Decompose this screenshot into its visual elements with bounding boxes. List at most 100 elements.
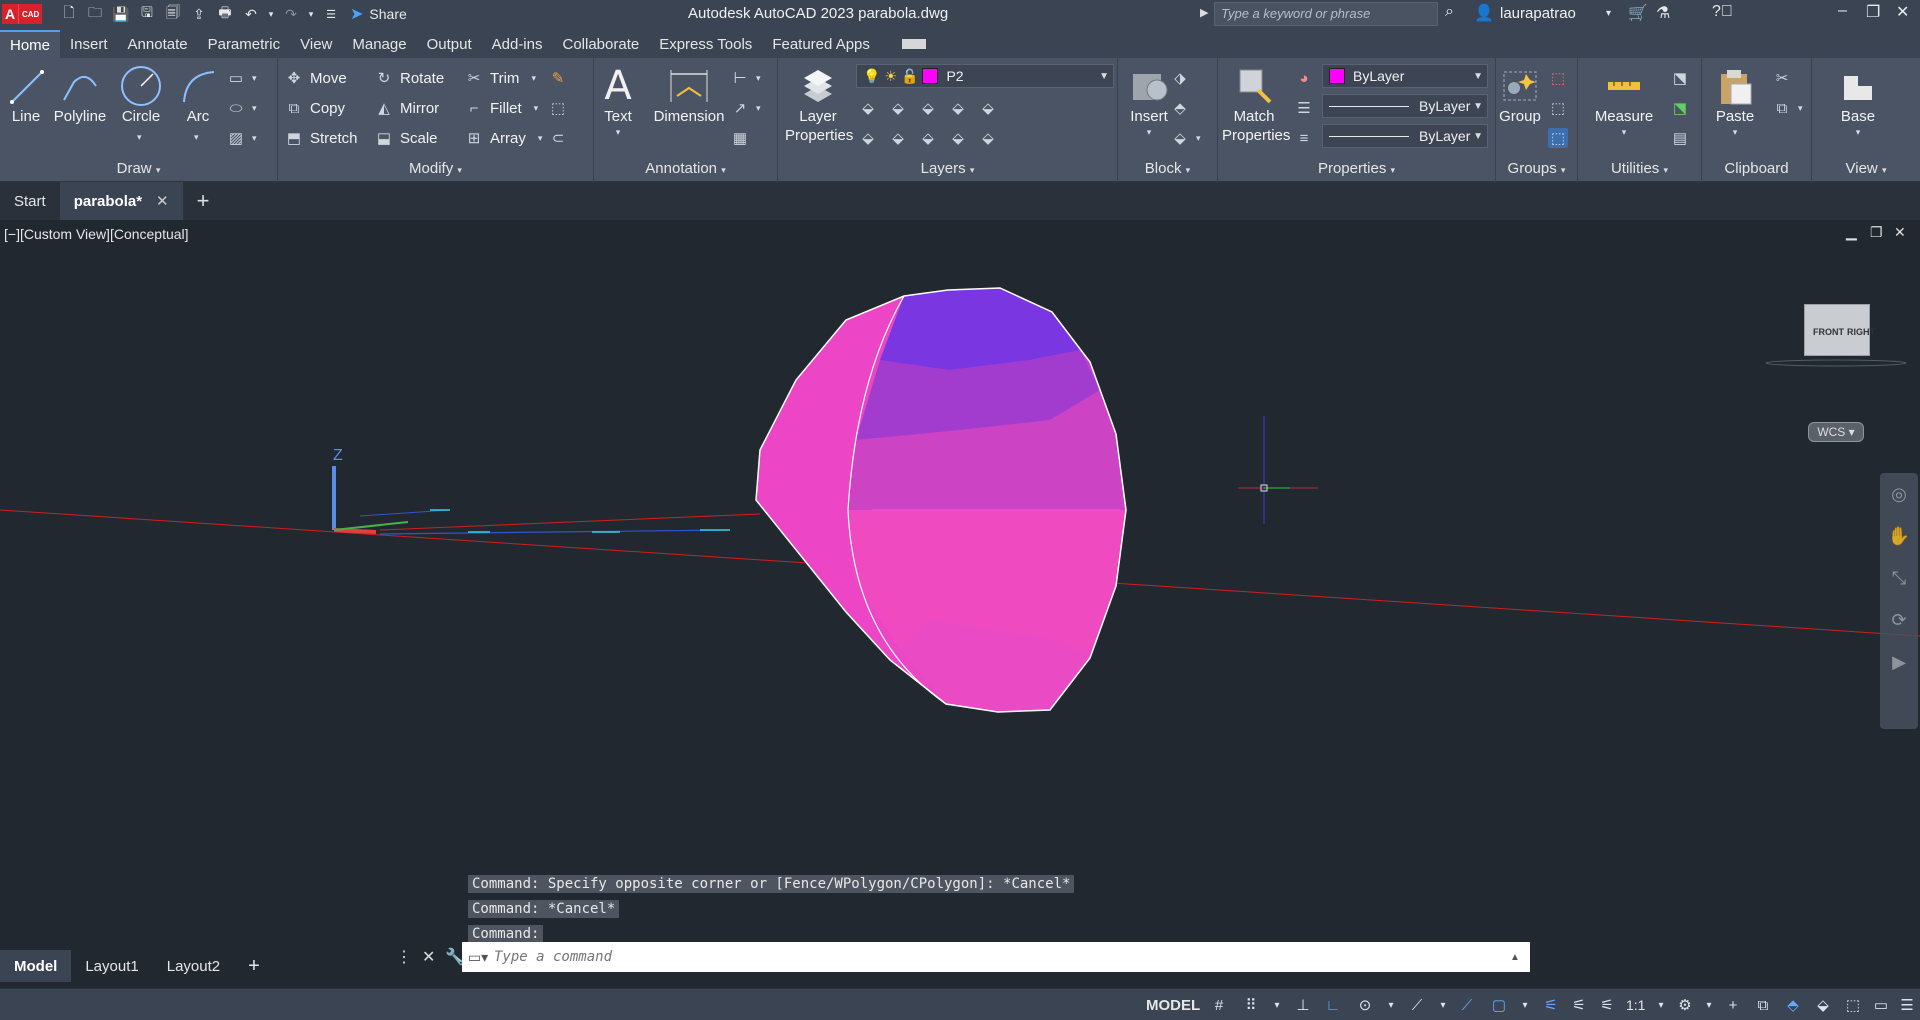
lineweight-dropdown[interactable]: ByLayer ▼ — [1322, 94, 1488, 118]
line-button[interactable]: Line — [4, 64, 48, 127]
tab-manage[interactable]: Manage — [342, 30, 416, 58]
plot-icon[interactable]: 🖶 — [214, 3, 236, 25]
new-file-icon[interactable]: 🗋 — [58, 3, 80, 25]
layer-lock-button[interactable]: ⬙ — [948, 96, 968, 120]
calculator-button[interactable]: ▤ — [1670, 126, 1690, 150]
lineweight-icon-button[interactable]: ☰ — [1294, 96, 1314, 120]
auto-scale-icon[interactable]: ⚟ — [1568, 995, 1590, 1015]
pan-hand-icon[interactable]: ✋ — [1880, 515, 1918, 557]
tab-annotate[interactable]: Annotate — [118, 30, 198, 58]
hatch-button[interactable]: ▨ ▾ — [226, 126, 257, 150]
close-tab-icon[interactable]: ✕ — [156, 192, 169, 210]
block-panel-title[interactable]: Block ▾ — [1118, 160, 1217, 180]
new-tab-icon[interactable]: + — [183, 188, 224, 214]
customization-menu-icon[interactable]: ☰ — [1896, 995, 1918, 1015]
wcs-menu[interactable]: WCS ▾ — [1808, 422, 1864, 442]
showmotion-icon[interactable]: ▶ — [1880, 641, 1918, 683]
insert-block-button[interactable]: Insert ▾ — [1124, 64, 1174, 138]
command-history-toggle-icon[interactable]: ▲ — [1510, 952, 1530, 963]
annotation-panel-title[interactable]: Annotation ▾ — [594, 160, 777, 180]
dimension-button[interactable]: Dimension — [652, 64, 726, 127]
scale-button[interactable]: ⬓ Scale — [374, 126, 438, 150]
match-properties-button[interactable]: Match Properties — [1222, 64, 1290, 146]
viewcube[interactable]: FRONT RIGHT — [1800, 304, 1875, 360]
snap-icon[interactable]: ⠿ — [1240, 995, 1262, 1015]
layout-tab-layout2[interactable]: Layout2 — [153, 950, 234, 982]
layer-unisolate-button[interactable]: ⬙ — [888, 126, 908, 150]
customize-qat-icon[interactable]: ☰ — [320, 3, 342, 25]
layer-match-button[interactable]: ⬙ — [978, 96, 998, 120]
erase-button[interactable]: ✎ — [548, 66, 568, 90]
group-button[interactable]: Group — [1498, 64, 1542, 127]
annotation-scale-icon[interactable]: ⚟ — [1596, 995, 1618, 1015]
open-web-icon[interactable]: 🗐 — [162, 3, 184, 25]
quick-select-button[interactable]: ⬔ — [1670, 96, 1690, 120]
fillet-button[interactable]: ⌐ Fillet ▾ — [464, 96, 539, 120]
object-snap-tracking-icon[interactable]: ⟋ — [1456, 995, 1478, 1015]
tab-collaborate[interactable]: Collaborate — [552, 30, 649, 58]
linetype-dropdown[interactable]: ByLayer ▼ — [1322, 124, 1488, 148]
copy-clip-button[interactable]: ⧉ ▾ — [1772, 96, 1803, 120]
edit-attributes-button[interactable]: ⬙ ▾ — [1170, 126, 1200, 150]
user-dropdown-icon[interactable]: ▾ — [1606, 8, 1611, 19]
linetype-icon-button[interactable]: ≡ — [1294, 126, 1314, 150]
tab-output[interactable]: Output — [417, 30, 482, 58]
ungroup-button[interactable]: ⬚ — [1548, 66, 1568, 90]
ellipse-button[interactable]: ⬭ ▾ — [226, 96, 257, 120]
help-icon[interactable]: ?⃝ — [1712, 3, 1733, 21]
leader-button[interactable]: ↗ ▾ — [730, 96, 761, 120]
object-snap-dropdown-icon[interactable]: ▾ — [1514, 995, 1536, 1015]
color-wheel-button[interactable]: ◕ — [1294, 66, 1314, 90]
polar-dropdown-icon[interactable]: ▾ — [1380, 995, 1402, 1015]
tab-home[interactable]: Home — [0, 30, 61, 58]
quick-properties-icon[interactable]: ⬘ — [1782, 995, 1804, 1015]
circle-button[interactable]: Circle — [116, 64, 166, 127]
object-snap-icon[interactable]: ▢ — [1488, 995, 1510, 1015]
expand-search-icon[interactable]: ▶ — [1200, 6, 1208, 19]
array-button[interactable]: ⊞ Array ▾ — [464, 126, 543, 150]
command-prompt-icon[interactable]: ▭▾ — [462, 949, 494, 966]
annotation-monitor-icon[interactable]: + — [1722, 995, 1744, 1015]
model-space-toggle[interactable]: MODEL — [1146, 995, 1200, 1015]
workspace-gear-icon[interactable]: ⚙ — [1674, 995, 1696, 1015]
zoom-extents-icon[interactable]: ⤡ — [1880, 557, 1918, 599]
search-input[interactable]: Type a keyword or phrase — [1214, 2, 1438, 26]
user-name[interactable]: laurapatrao — [1500, 5, 1576, 22]
app-menu-button[interactable]: A CAD — [2, 2, 52, 26]
layer-freeze-button[interactable]: ⬙ — [918, 96, 938, 120]
redo-dropdown-icon[interactable]: ▾ — [306, 3, 316, 25]
circle-dropdown-icon[interactable]: ▾ — [137, 132, 142, 143]
share-button[interactable]: ➤ Share — [350, 4, 407, 24]
layout-tab-model[interactable]: Model — [0, 950, 72, 982]
file-tab-parabola[interactable]: parabola* ✕ — [59, 182, 183, 220]
isodraft-icon[interactable]: ⟋ — [1406, 995, 1428, 1015]
new-layout-icon[interactable]: + — [234, 950, 274, 982]
save-web-icon[interactable]: ⇪ — [188, 3, 210, 25]
annotation-scale-dropdown-icon[interactable]: ▾ — [1650, 995, 1672, 1015]
restore-icon[interactable]: ❐ — [1866, 2, 1880, 22]
clean-screen-icon[interactable]: ▭ — [1870, 995, 1892, 1015]
text-button[interactable]: A Text ▾ — [600, 63, 636, 138]
group-selection-button[interactable]: ⬚ — [1548, 126, 1568, 150]
infer-constraints-icon[interactable]: ⊥ — [1292, 995, 1314, 1015]
paste-button[interactable]: Paste ▾ — [1710, 64, 1760, 138]
move-button[interactable]: ✥ Move — [284, 66, 347, 90]
tab-add-ins[interactable]: Add-ins — [482, 30, 553, 58]
steering-wheel-icon[interactable]: ◎ — [1880, 473, 1918, 515]
tab-insert[interactable]: Insert — [60, 30, 118, 58]
arc-dropdown-icon[interactable]: ▾ — [194, 132, 199, 143]
tab-view[interactable]: View — [290, 30, 342, 58]
drawing-viewport[interactable]: [−][Custom View][Conceptual] ▁ ❐ ✕ Z FRO… — [0, 220, 1920, 944]
linear-dim-button[interactable]: ⊢ ▾ — [730, 66, 760, 90]
layer-unlock-button[interactable]: ⬙ — [948, 126, 968, 150]
clipboard-panel-title[interactable]: Clipboard — [1702, 160, 1811, 180]
orbit-icon[interactable]: ⟳ — [1880, 599, 1918, 641]
cart-icon[interactable]: 🛒 — [1628, 3, 1648, 23]
workspace-dropdown-icon[interactable]: ▾ — [1698, 995, 1720, 1015]
rotate-button[interactable]: ↻ Rotate — [374, 66, 445, 90]
edit-block-button[interactable]: ⬘ — [1170, 96, 1190, 120]
id-point-button[interactable]: ⬔ — [1670, 66, 1690, 90]
polar-tracking-icon[interactable]: ⊙ — [1354, 995, 1376, 1015]
layer-off-button[interactable]: ⬙ — [858, 96, 878, 120]
mirror-button[interactable]: ◭ Mirror — [374, 96, 439, 120]
